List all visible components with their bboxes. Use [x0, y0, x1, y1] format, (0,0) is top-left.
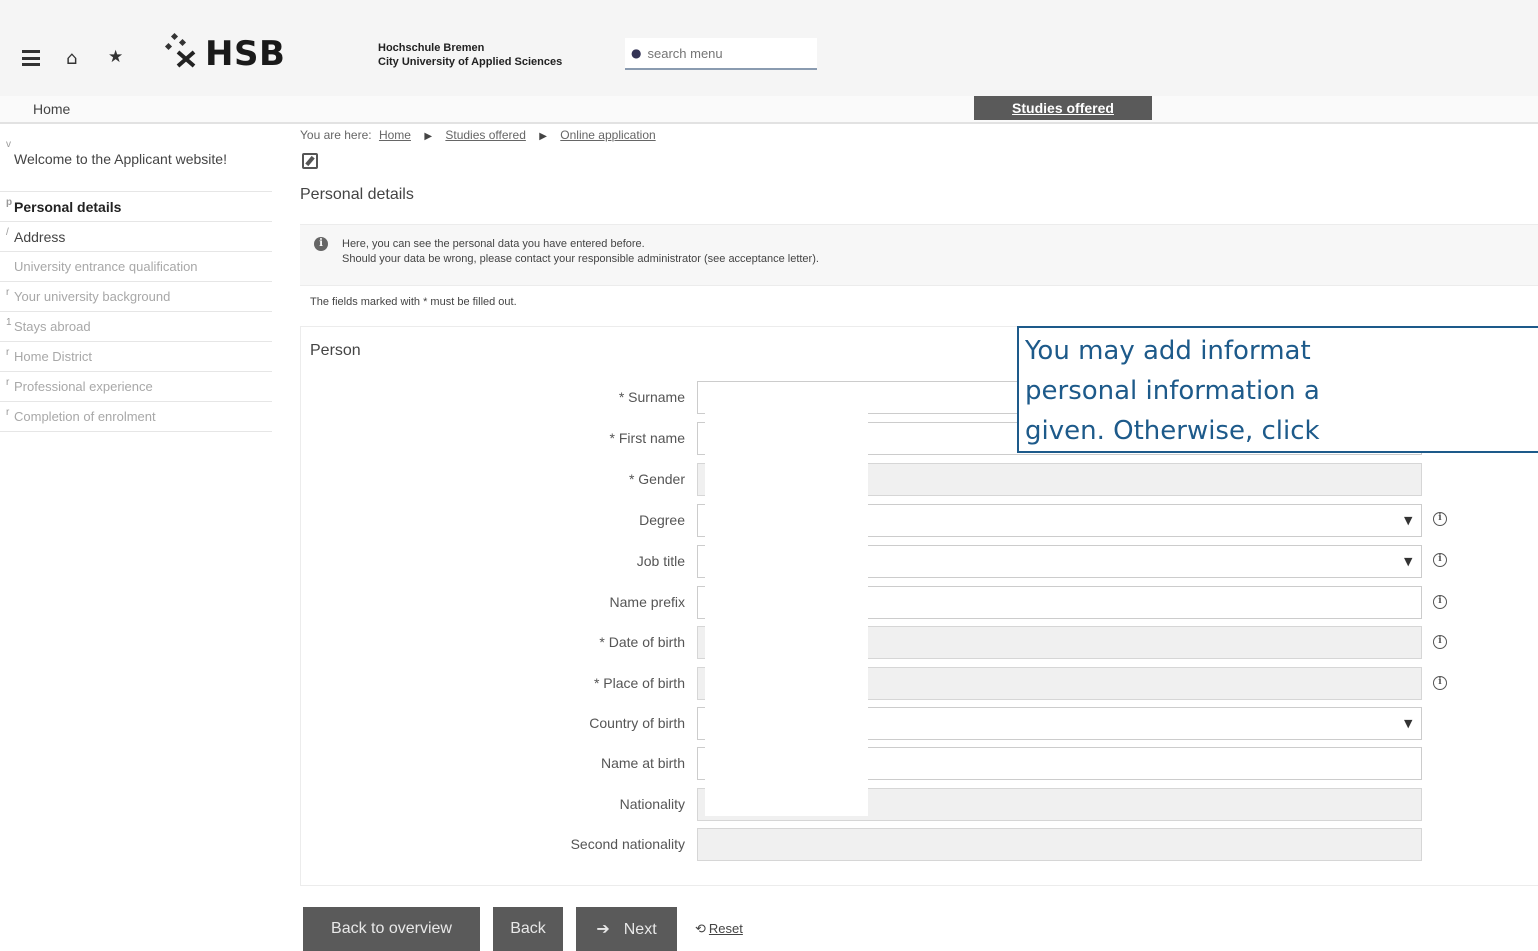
sidebar-item-label: University entrance qualification	[14, 259, 198, 274]
nav-home[interactable]: Home	[33, 101, 70, 117]
back-to-overview-button[interactable]: Back to overview	[303, 907, 480, 951]
home-icon[interactable]: ⌂	[66, 48, 77, 69]
university-name-line2: City University of Applied Sciences	[378, 56, 563, 68]
back-button[interactable]: Back	[493, 907, 563, 951]
date-of-birth-label: * Date of birth	[599, 634, 685, 650]
sidebar-item-professional-experience: r Professional experience	[0, 372, 272, 402]
callout-line: You may add informat	[1025, 336, 1311, 366]
sidebar-item-stays-abroad: 1 Stays abroad	[0, 312, 272, 342]
hsb-logo-icon	[164, 32, 196, 68]
callout-line: given. Otherwise, click	[1025, 416, 1320, 446]
info-line: Here, you can see the personal data you …	[342, 238, 645, 250]
undo-icon: ⟲	[695, 921, 706, 936]
info-text: Here, you can see the personal data you …	[342, 237, 819, 267]
redaction-overlay	[705, 384, 868, 816]
first-name-label: * First name	[609, 430, 685, 446]
header: ⌂ ★ HSB Hochschule Bremen City Universit…	[0, 0, 1538, 96]
chevron-down-icon[interactable]: ▼	[1404, 514, 1412, 527]
chevron-down-icon[interactable]: ▼	[1404, 555, 1412, 568]
reset-label: Reset	[708, 921, 743, 936]
place-of-birth-info-icon[interactable]: i	[1433, 676, 1447, 690]
surname-label: * Surname	[618, 389, 685, 405]
star-icon[interactable]: ★	[108, 47, 123, 67]
sidebar-item-label: Welcome to the Applicant website!	[14, 151, 227, 167]
place-of-birth-label: * Place of birth	[593, 675, 685, 691]
sidebar-item-entrance-qualification: University entrance qualification	[0, 252, 272, 282]
country-of-birth-label: Country of birth	[589, 715, 685, 731]
university-name: Hochschule Bremen City University of App…	[378, 41, 562, 69]
info-icon: i	[314, 237, 328, 251]
degree-label: Degree	[639, 512, 685, 528]
sidebar-item-label: Your university background	[14, 289, 171, 304]
menu-icon[interactable]	[22, 50, 40, 66]
next-button-label: Next	[623, 921, 657, 938]
reset-link[interactable]: ⟲ Reset	[695, 921, 743, 937]
arrow-right-icon: ➔	[596, 921, 610, 938]
nationality-label: Nationality	[619, 796, 685, 812]
info-line: Should your data be wrong, please contac…	[342, 253, 819, 265]
sidebar-item-label: Home District	[14, 349, 93, 364]
edit-icon	[302, 153, 318, 169]
sidebar-item-personal-details[interactable]: p Personal details	[0, 192, 272, 222]
required-note: The fields marked with * must be filled …	[310, 296, 517, 308]
page-title: Personal details	[300, 186, 414, 203]
breadcrumb-home[interactable]: Home	[379, 128, 411, 142]
name-prefix-info-icon[interactable]: i	[1433, 595, 1447, 609]
next-button[interactable]: ➔ Next	[576, 907, 677, 951]
callout-line: personal information a	[1025, 376, 1320, 406]
breadcrumb-prefix: You are here:	[300, 128, 372, 142]
info-box: i Here, you can see the personal data yo…	[300, 224, 1538, 286]
sidebar-item-label: Address	[14, 229, 66, 245]
nav-studies-offered[interactable]: Studies offered	[974, 96, 1152, 120]
sidebar-item-completion-enrolment: r Completion of enrolment	[0, 402, 272, 432]
gender-label: * Gender	[628, 471, 685, 487]
search-icon: ●	[631, 46, 642, 60]
second-nationality-field	[697, 828, 1422, 861]
top-nav: Home Studies offered	[0, 96, 1538, 124]
breadcrumb-studies-offered[interactable]: Studies offered	[445, 128, 526, 142]
second-nationality-label: Second nationality	[570, 836, 685, 852]
help-callout-text: You may add informat personal informatio…	[1017, 326, 1538, 453]
sidebar-item-label: Completion of enrolment	[14, 409, 156, 424]
sidebar-item-address[interactable]: / Address	[0, 222, 272, 252]
sidebar-item-home-district: r Home District	[0, 342, 272, 372]
date-of-birth-info-icon[interactable]: i	[1433, 635, 1447, 649]
university-name-line1: Hochschule Bremen	[378, 42, 485, 54]
job-title-info-icon[interactable]: i	[1433, 553, 1447, 567]
name-at-birth-label: Name at birth	[600, 755, 685, 771]
chevron-right-icon: ▶	[424, 131, 433, 142]
chevron-right-icon: ▶	[539, 131, 547, 142]
job-title-label: Job title	[636, 553, 685, 569]
breadcrumb: You are here: Home ▶ Studies offered ▶ O…	[300, 128, 656, 142]
sidebar-item-university-background: r Your university background	[0, 282, 272, 312]
search-input[interactable]	[647, 45, 808, 61]
breadcrumb-online-application[interactable]: Online application	[560, 128, 655, 142]
person-section-title: Person	[310, 342, 361, 359]
sidebar: v Welcome to the Applicant website! p Pers…	[0, 139, 272, 432]
sidebar-item-label: Personal details	[14, 199, 122, 215]
search-box[interactable]: ●	[625, 38, 817, 70]
sidebar-item-welcome[interactable]: v Welcome to the Applicant website!	[0, 139, 272, 192]
degree-info-icon[interactable]: i	[1433, 512, 1447, 526]
chevron-down-icon[interactable]: ▼	[1404, 717, 1412, 730]
name-prefix-label: Name prefix	[609, 594, 685, 610]
brand-logo[interactable]: HSB	[205, 34, 285, 74]
sidebar-item-label: Professional experience	[14, 379, 153, 394]
sidebar-item-label: Stays abroad	[14, 319, 91, 334]
